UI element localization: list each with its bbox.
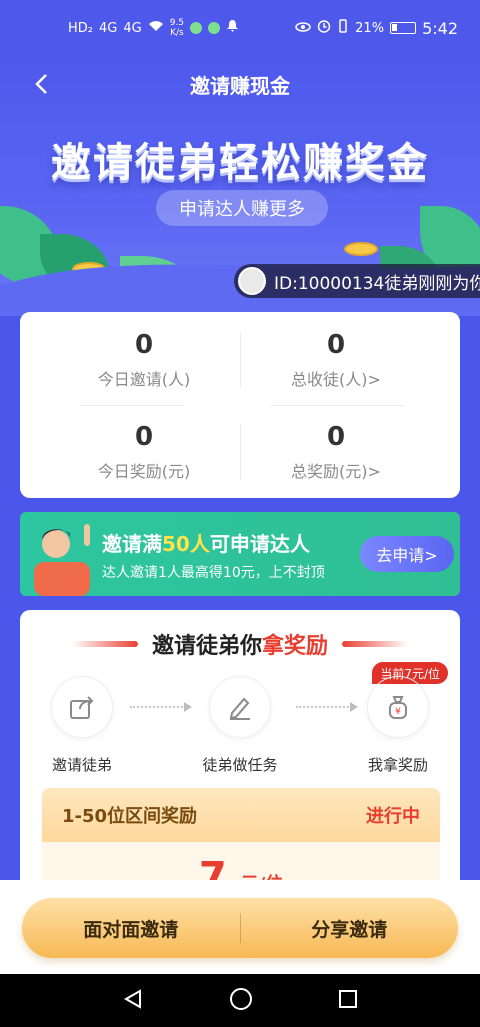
battery-percent: 21% — [355, 20, 385, 36]
stat-value: 0 — [326, 422, 346, 452]
hero-title: 邀请徒弟轻松赚奖金 — [51, 140, 429, 186]
status-right: 21% 5:42 — [295, 19, 458, 38]
invite-card: 邀请徒弟你拿奖励 当前7元/位 邀请徒弟 徒弟做任务 ¥ 我拿奖励 1-50位区… — [20, 610, 460, 910]
signal-icon-2: 4G — [123, 20, 142, 36]
back-triangle-icon[interactable] — [122, 988, 144, 1014]
back-button[interactable] — [28, 70, 54, 98]
stat-value: 0 — [134, 422, 154, 452]
step-task: 徒弟做任务 — [180, 676, 300, 775]
card-title: 邀请徒弟你拿奖励 — [152, 628, 328, 660]
card-header: 邀请徒弟你拿奖励 — [20, 628, 460, 660]
stat-total-disciples[interactable]: 0 总收徒(人)> — [226, 330, 446, 390]
step-reward: ¥ 我拿奖励 — [338, 676, 458, 775]
stat-label: 今日奖励(元) — [97, 462, 191, 481]
eye-icon — [295, 21, 311, 36]
status-left: HD₂ 4G 4G 9.5 K/s — [68, 18, 239, 38]
card-title-highlight: 拿奖励 — [262, 634, 329, 659]
stats-card: 0 今日邀请(人) 0 总收徒(人)> 0 今日奖励(元) 0 总奖励(元)> — [20, 312, 460, 498]
banner-title-b: 可申请达人 — [209, 532, 310, 556]
wifi-icon — [148, 20, 164, 36]
step-label: 我拿奖励 — [367, 756, 428, 774]
banner-title-a: 邀请满 — [102, 532, 162, 556]
ticker-text: ID:10000134徒弟刚刚为你 — [274, 273, 480, 294]
tier-header: 1-50位区间奖励 进行中 — [42, 788, 440, 842]
hero-header: 邀请赚现金 邀请徒弟轻松赚奖金 申请达人赚更多 ID:10000134徒弟刚刚为… — [0, 56, 480, 316]
share-icon — [51, 676, 113, 738]
step-invite: 邀请徒弟 — [22, 676, 142, 775]
divider — [270, 405, 404, 406]
alarm-icon — [317, 19, 331, 37]
invite-ticker: ID:10000134徒弟刚刚为你 — [234, 264, 480, 298]
home-circle-icon[interactable] — [229, 987, 253, 1015]
invite-buttons: 面对面邀请 分享邀请 — [22, 898, 458, 958]
bottom-action-bar: 面对面邀请 分享邀请 — [0, 880, 480, 974]
clock: 5:42 — [422, 18, 458, 38]
page-title: 邀请赚现金 — [190, 73, 290, 98]
stat-today-invites: 0 今日邀请(人) — [34, 330, 254, 390]
bell-icon — [226, 19, 239, 37]
signal-icon: 4G — [99, 20, 118, 36]
stat-label: 今日邀请(人) — [97, 370, 191, 389]
network-speed: 9.5 K/s — [169, 18, 185, 38]
stat-label: 总奖励(元)> — [291, 462, 381, 481]
pencil-icon — [209, 676, 271, 738]
app-notification-icon-2 — [208, 22, 221, 34]
step-label: 邀请徒弟 — [51, 756, 112, 774]
banner-title: 邀请满50人可申请达人 — [102, 528, 310, 557]
expert-banner[interactable]: 邀请满50人可申请达人 达人邀请1人最高得10元，上不封顶 去申请> — [20, 512, 460, 596]
tier-status: 进行中 — [366, 806, 420, 827]
recents-square-icon[interactable] — [338, 989, 358, 1013]
card-title-a: 邀请徒弟你 — [151, 634, 262, 659]
top-nav: 邀请赚现金 — [0, 64, 480, 104]
stat-value: 0 — [134, 330, 154, 360]
app-notification-icon — [190, 22, 203, 34]
money-bag-icon: ¥ — [367, 676, 429, 738]
stat-value: 0 — [326, 330, 346, 360]
title-decoration — [342, 641, 409, 647]
vibrate-icon — [337, 19, 349, 37]
hd-indicator: HD₂ — [68, 20, 93, 36]
person-illustration — [34, 524, 90, 596]
stat-label: 总收徒(人)> — [291, 370, 381, 389]
share-invite-button[interactable]: 分享邀请 — [241, 898, 459, 958]
divider — [80, 405, 184, 406]
banner-title-highlight: 50人 — [162, 532, 210, 556]
face-to-face-invite-button[interactable]: 面对面邀请 — [22, 898, 240, 958]
system-nav-bar — [0, 974, 480, 1027]
chevron-left-icon — [35, 74, 47, 94]
apply-button[interactable]: 去申请> — [360, 536, 454, 572]
avatar — [238, 267, 266, 295]
stat-today-rewards: 0 今日奖励(元) — [34, 422, 254, 482]
tier-name: 1-50位区间奖励 — [62, 806, 198, 827]
status-bar: HD₂ 4G 4G 9.5 K/s 21% 5:42 — [0, 0, 480, 56]
step-label: 徒弟做任务 — [202, 756, 278, 774]
banner-subtitle: 达人邀请1人最高得10元，上不封顶 — [102, 565, 325, 581]
svg-text:¥: ¥ — [395, 707, 401, 717]
battery-icon — [390, 22, 417, 34]
title-decoration — [71, 641, 138, 647]
apply-expert-pill[interactable]: 申请达人赚更多 — [156, 190, 328, 226]
stat-total-rewards[interactable]: 0 总奖励(元)> — [226, 422, 446, 482]
